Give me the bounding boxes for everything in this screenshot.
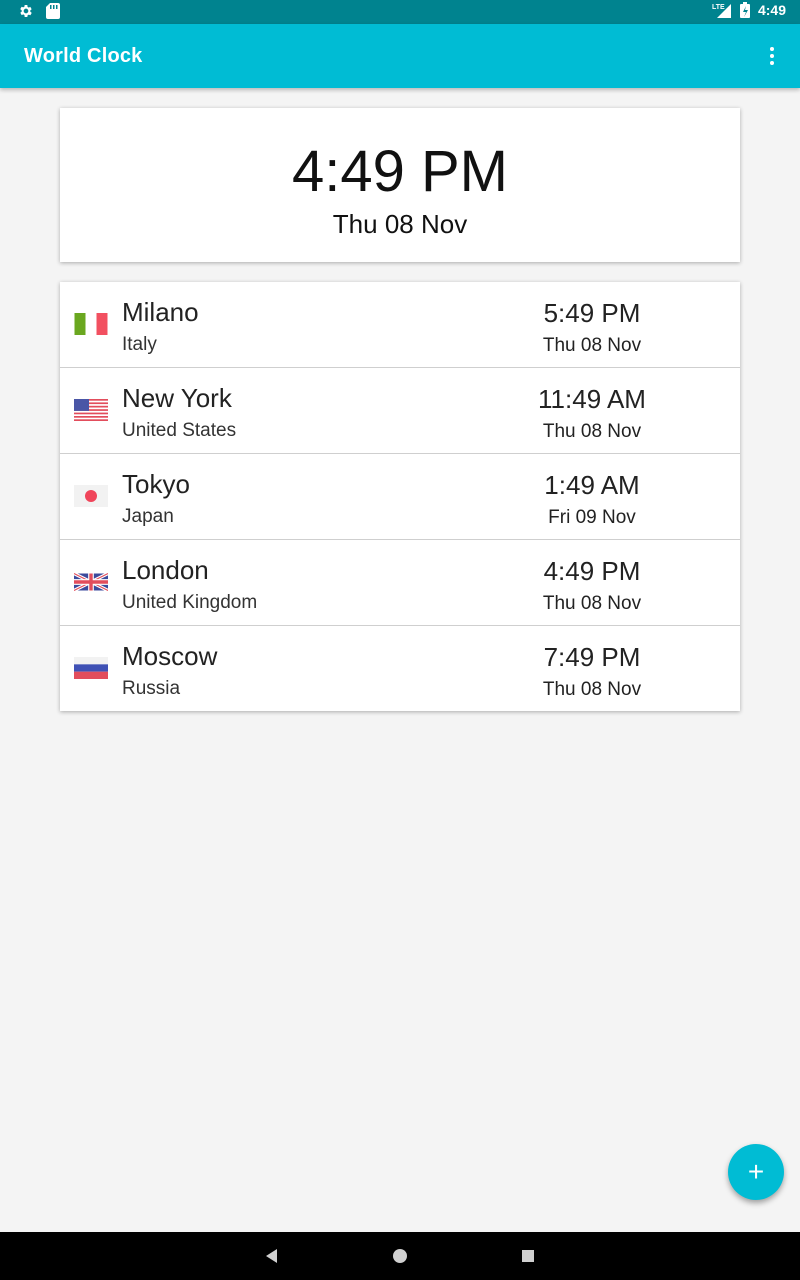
city-name: Milano — [122, 297, 199, 327]
settings-icon — [18, 3, 34, 19]
city-date: Thu 08 Nov — [542, 593, 642, 614]
local-date: Thu 08 Nov — [332, 209, 468, 239]
city-row-milano[interactable]: Milano Italy 5:49 PM Thu 08 Nov — [60, 282, 740, 368]
city-date: Thu 08 Nov — [542, 421, 642, 442]
signal-icon: LTE — [712, 2, 732, 18]
city-time: 4:49 PM — [543, 556, 641, 586]
app-bar: World Clock — [0, 24, 800, 88]
sd-card-icon — [46, 3, 60, 19]
russia-flag-icon — [74, 657, 108, 679]
city-row-new-york[interactable]: New York United States 11:49 AM Thu 08 N… — [60, 368, 740, 454]
country-name: United States — [122, 420, 237, 441]
more-vert-icon[interactable] — [760, 44, 784, 68]
country-name: Japan — [122, 506, 174, 527]
status-time: 4:49 — [757, 2, 786, 18]
city-row-tokyo[interactable]: Tokyo Japan 1:49 AM Fri 09 Nov — [60, 454, 740, 540]
city-date: Fri 09 Nov — [548, 507, 636, 528]
italy-flag-icon — [74, 313, 108, 335]
city-row-london[interactable]: London United Kingdom 4:49 PM Thu 08 Nov — [60, 540, 740, 626]
city-list: Milano Italy 5:49 PM Thu 08 Nov New York… — [60, 282, 740, 711]
back-icon[interactable] — [260, 1244, 284, 1268]
japan-flag-icon — [74, 485, 108, 507]
country-name: Italy — [122, 334, 157, 355]
city-time: 5:49 PM — [543, 298, 641, 328]
add-icon: + — [747, 1156, 765, 1187]
battery-charging-icon — [739, 2, 750, 18]
country-name: Russia — [122, 678, 181, 699]
city-time: 7:49 PM — [543, 642, 641, 672]
city-name: Moscow — [122, 641, 218, 671]
city-name: New York — [122, 383, 232, 413]
usa-flag-icon — [74, 399, 108, 421]
add-city-button[interactable]: + — [728, 1144, 784, 1200]
city-name: Tokyo — [122, 469, 190, 499]
home-icon[interactable] — [388, 1244, 412, 1268]
app-title: World Clock — [24, 45, 143, 67]
navigation-bar — [0, 1232, 800, 1280]
network-type-label: LTE — [712, 4, 725, 11]
country-name: United Kingdom — [122, 592, 258, 613]
uk-flag-icon — [73, 571, 109, 593]
city-row-moscow[interactable]: Moscow Russia 7:49 PM Thu 08 Nov — [60, 626, 740, 711]
local-clock-card: 4:49 PM Thu 08 Nov — [60, 108, 740, 262]
city-time: 11:49 AM — [538, 384, 646, 414]
city-date: Thu 08 Nov — [542, 679, 642, 700]
city-name: London — [122, 555, 209, 585]
city-time: 1:49 AM — [544, 470, 640, 500]
status-bar: LTE 4:49 — [0, 0, 800, 24]
local-time: 4:49 PM — [292, 139, 508, 204]
recents-icon[interactable] — [516, 1244, 540, 1268]
city-date: Thu 08 Nov — [542, 335, 642, 356]
